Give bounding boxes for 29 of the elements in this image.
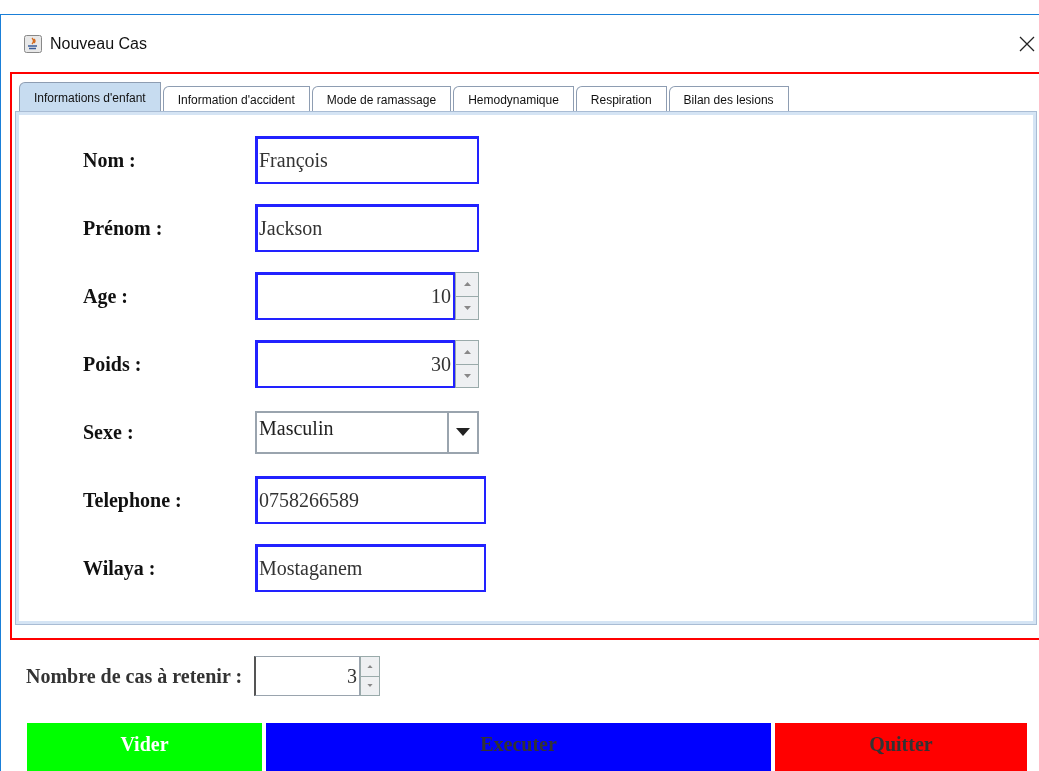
up-arrow-icon[interactable]	[367, 664, 374, 668]
text-field[interactable]: Mostaganem	[255, 544, 486, 592]
down-arrow-icon[interactable]	[463, 305, 471, 310]
field-label: Poids :	[82, 352, 143, 376]
dropdown[interactable]: Masculin	[255, 410, 479, 454]
text-field[interactable]: 0758266589	[255, 476, 486, 524]
up-arrow-icon[interactable]	[463, 350, 471, 355]
app-icon	[24, 34, 42, 53]
field-label: Sexe :	[82, 420, 135, 444]
window-title: Nouveau Cas	[50, 34, 148, 53]
tab[interactable]: Respiration	[575, 86, 667, 112]
tab[interactable]: Informations d'enfant	[19, 82, 161, 112]
field-label: Age :	[82, 284, 129, 308]
field-label: Nom :	[82, 148, 137, 172]
tab[interactable]: Hemodynamique	[453, 86, 574, 112]
text-field[interactable]: Jackson	[255, 204, 479, 252]
up-arrow-icon[interactable]	[463, 282, 471, 287]
text-field[interactable]: François	[255, 136, 479, 184]
field-label: Nombre de cas à retenir :	[26, 664, 243, 688]
field-label: Prénom :	[82, 216, 164, 240]
caret-icon	[456, 428, 470, 436]
tab[interactable]: Information d'accident	[162, 86, 310, 112]
tab[interactable]: Bilan des lesions	[668, 86, 789, 112]
down-arrow-icon[interactable]	[463, 373, 471, 378]
tab[interactable]: Mode de ramassage	[311, 86, 452, 112]
close-icon[interactable]	[1019, 35, 1035, 52]
field-label: Wilaya :	[82, 556, 157, 580]
field-label: Telephone :	[82, 488, 183, 512]
down-arrow-icon[interactable]	[367, 684, 374, 688]
